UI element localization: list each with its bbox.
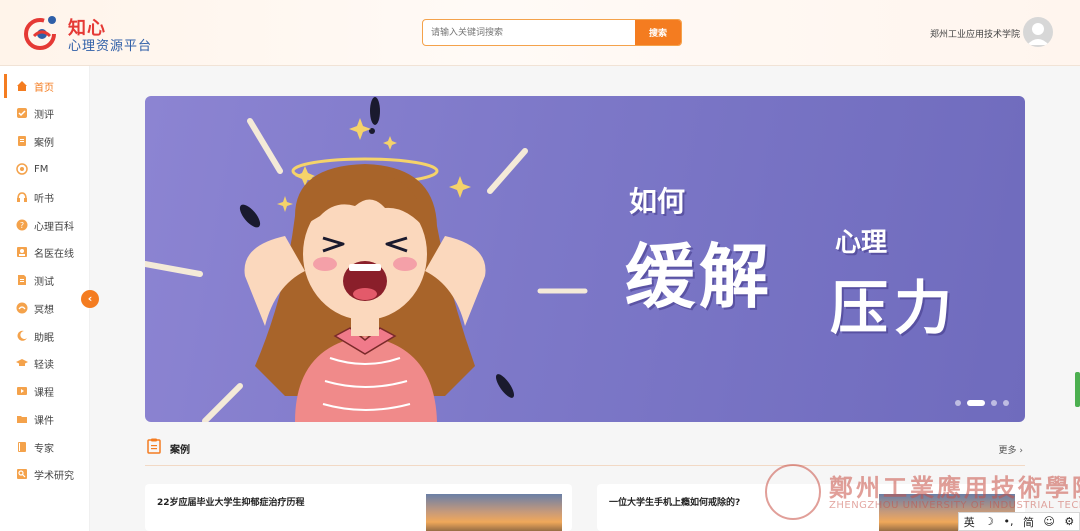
sidebar-item-doctors[interactable]: 名医在线: [4, 240, 90, 264]
sidebar-item-label: 名医在线: [34, 248, 74, 260]
case-card-title: 22岁应届毕业大学生抑郁症治疗历程: [157, 498, 305, 508]
doctor-icon: [17, 247, 27, 257]
sidebar-item-audiobook[interactable]: 听书: [4, 185, 90, 209]
ime-toolbar: 英 ☽ •, 简 ☺ ⚙: [958, 512, 1080, 531]
section-title: 案例: [170, 445, 190, 456]
sidebar-item-cases[interactable]: 案例: [4, 129, 90, 153]
more-link[interactable]: 更多 ›: [999, 443, 1023, 456]
sidebar-item-assessment[interactable]: 测评: [4, 101, 90, 125]
sidebar-item-label: 测试: [34, 276, 54, 288]
school-name[interactable]: 郑州工业应用技术学院: [920, 27, 1020, 40]
sidebar-item-courses[interactable]: 课程: [4, 379, 90, 403]
brand-subtitle: 心理资源平台: [68, 39, 153, 54]
meditation-icon: [16, 302, 28, 314]
brand-logo[interactable]: 知心 心理资源平台: [22, 12, 162, 54]
ime-emoji-icon[interactable]: ☺: [1043, 515, 1054, 528]
sidebar-item-encyclopedia[interactable]: ? 心理百科: [4, 213, 90, 237]
case-card-title: 一位大学生手机上瘾如何戒除的?: [609, 498, 741, 508]
sidebar-item-home[interactable]: 首页: [4, 74, 90, 98]
banner-dot[interactable]: [955, 400, 961, 406]
banner-dot[interactable]: [991, 400, 997, 406]
banner-text-line3: 压力: [830, 274, 959, 342]
sidebar-collapse-button[interactable]: ‹: [81, 290, 99, 308]
sidebar-item-label: FM: [34, 163, 49, 175]
cases-section-header: 案例 更多 ›: [145, 436, 1025, 466]
side-scroll-indicator[interactable]: [1075, 372, 1080, 407]
banner-dot-active[interactable]: [967, 400, 985, 406]
banner-text-line2b: 心理: [835, 228, 888, 258]
sidebar-item-light-reading[interactable]: 轻读: [4, 351, 90, 375]
radio-icon: [16, 163, 28, 175]
sidebar-item-label: 冥想: [34, 304, 54, 316]
banner-text-line2a: 缓解: [625, 236, 773, 318]
hero-banner[interactable]: 如何 缓解 心理 压力: [145, 96, 1025, 422]
sidebar-item-label: 课程: [34, 387, 54, 399]
ime-settings-icon[interactable]: ⚙: [1064, 515, 1074, 528]
sidebar-item-label: 案例: [34, 137, 54, 149]
sidebar-item-label: 轻读: [34, 359, 54, 371]
sidebar-item-meditation[interactable]: 冥想: [4, 296, 90, 320]
ime-punct-toggle[interactable]: •,: [1004, 515, 1014, 528]
sidebar-item-courseware[interactable]: 课件: [4, 407, 90, 431]
avatar[interactable]: [1023, 17, 1053, 47]
sidebar-item-label: 听书: [34, 193, 54, 205]
graduation-icon: [16, 359, 28, 366]
ime-simplified-toggle[interactable]: 简: [1023, 514, 1034, 530]
course-icon: [17, 387, 27, 395]
headphones-icon: [17, 192, 27, 202]
banner-pagination: [955, 400, 1009, 406]
sidebar-item-label: 首页: [34, 82, 54, 94]
home-icon: [17, 81, 27, 91]
banner-text-line1: 如何: [629, 185, 686, 218]
ime-moon-icon[interactable]: ☽: [984, 515, 994, 528]
moon-icon: [17, 330, 27, 341]
sidebar-item-experts[interactable]: 专家: [4, 435, 90, 459]
search-button[interactable]: 搜索: [635, 20, 681, 45]
sidebar-item-research[interactable]: 学术研究: [4, 462, 90, 486]
document-icon: [18, 275, 26, 285]
sidebar-item-fm[interactable]: FM: [4, 157, 90, 181]
research-icon: [17, 469, 27, 479]
banner-illustration: [145, 97, 588, 422]
question-icon: ?: [16, 219, 28, 231]
banner-dot[interactable]: [1003, 400, 1009, 406]
sidebar-item-sleep[interactable]: 助眠: [4, 324, 90, 348]
clipboard-icon: [147, 438, 161, 454]
sidebar-item-label: 测评: [34, 109, 54, 121]
case-card-image: [426, 494, 562, 531]
sidebar-item-label: 助眠: [34, 332, 54, 344]
sidebar: 首页 测评 案例 FM 听书 ? 心理百科 名医在线 测试 冥想 助眠 轻读 课…: [0, 66, 90, 531]
book-icon: [18, 442, 26, 452]
user-avatar-icon: [1027, 23, 1049, 45]
clipboard-icon: [18, 136, 26, 146]
sidebar-item-label: 专家: [34, 443, 54, 455]
search-box: 搜索: [422, 19, 682, 46]
search-input[interactable]: [423, 20, 637, 45]
svg-text:?: ?: [20, 221, 24, 230]
sidebar-item-label: 学术研究: [34, 470, 74, 482]
ime-lang-toggle[interactable]: 英: [964, 514, 975, 530]
sidebar-item-label: 心理百科: [34, 221, 74, 233]
case-card[interactable]: 22岁应届毕业大学生抑郁症治疗历程: [145, 484, 572, 531]
top-header: 知心 心理资源平台 搜索 郑州工业应用技术学院: [0, 0, 1080, 66]
check-icon: [17, 108, 27, 118]
brand-logo-icon: [24, 16, 56, 50]
sidebar-item-label: 课件: [34, 415, 54, 427]
sidebar-item-tests[interactable]: 测试: [4, 268, 90, 292]
folder-icon: [17, 416, 27, 423]
